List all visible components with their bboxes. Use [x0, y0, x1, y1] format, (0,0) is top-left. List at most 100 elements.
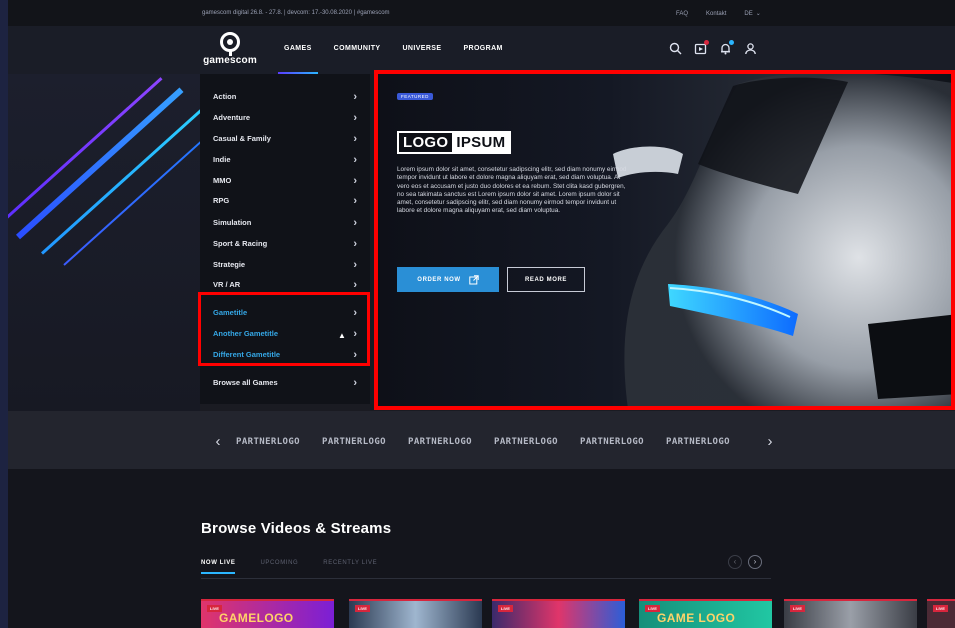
car-image [613, 74, 951, 406]
category-simulation[interactable]: Simulation › [213, 215, 363, 231]
logo-mark-icon [220, 32, 240, 56]
category-label: Strategie [213, 260, 246, 269]
chevron-right-icon: › [353, 279, 357, 291]
event-info: gamescom digital 26.8. - 27.8. | devcom:… [202, 10, 390, 16]
chevron-right-icon: › [353, 195, 357, 207]
category-indie[interactable]: Indie › [213, 152, 363, 168]
logo-wordmark: gamescom [203, 55, 257, 66]
chevron-right-icon[interactable]: › [752, 433, 788, 450]
featured-hero: FEATURED LOGO IPSUM Lorem ipsum dolor si… [374, 70, 955, 410]
decor-stripe [15, 87, 184, 240]
decor-stripe [40, 105, 200, 255]
category-label: MMO [213, 176, 232, 185]
decor-stripe [63, 117, 200, 266]
category-label: Indie [213, 155, 231, 164]
decor-stripe [8, 77, 163, 227]
video-tabs: NOW LIVE UPCOMING RECENTLY LIVE [201, 560, 377, 574]
thumbnail-caption: GAMELOGO [219, 611, 294, 625]
hero-accent-line [818, 407, 955, 410]
category-label: Action [213, 92, 237, 101]
chevron-left-icon[interactable]: ‹ [200, 433, 236, 450]
brand-logo: LOGO IPSUM [397, 131, 512, 154]
video-thumbnail[interactable]: LIVE GAME LOGO [639, 599, 772, 628]
header-icons [668, 40, 757, 56]
video-thumbnail[interactable]: LIVE GAMELOGO [201, 599, 334, 628]
user-icon[interactable] [743, 42, 757, 56]
category-rpg[interactable]: RPG › [213, 193, 363, 209]
search-icon[interactable] [668, 42, 682, 56]
partner-logo[interactable]: PARTNERLOGO [666, 437, 752, 447]
category-vr-ar[interactable]: VR / AR › [213, 277, 363, 293]
bell-icon[interactable] [718, 40, 734, 56]
chevron-right-icon: › [353, 377, 357, 389]
featured-badge: FEATURED [397, 93, 433, 100]
video-icon[interactable] [693, 40, 709, 56]
chevron-right-icon: › [353, 238, 357, 250]
main-nav: GAMES COMMUNITY UNIVERSE PROGRAM [278, 45, 503, 74]
nav-universe[interactable]: UNIVERSE [402, 45, 441, 52]
nav-community[interactable]: COMMUNITY [334, 45, 381, 52]
chevron-right-icon: › [353, 133, 357, 145]
video-badge [704, 40, 709, 45]
category-label: VR / AR [213, 280, 241, 289]
chevron-right-icon: › [353, 91, 357, 103]
nav-program[interactable]: PROGRAM [463, 45, 502, 52]
live-badge: LIVE [790, 605, 805, 612]
category-mmo[interactable]: MMO › [213, 173, 363, 189]
video-thumbnail[interactable]: LIVE [492, 599, 625, 628]
chevron-right-icon: › [353, 154, 357, 166]
partner-logo[interactable]: PARTNERLOGO [236, 437, 322, 447]
video-thumbnail[interactable]: LIVE [784, 599, 917, 628]
hero-description: Lorem ipsum dolor sit amet, consetetur s… [397, 166, 627, 215]
partner-carousel: ‹ PARTNERLOGO PARTNERLOGO PARTNERLOGO PA… [8, 411, 955, 469]
category-label: RPG [213, 196, 230, 205]
chevron-right-icon: › [353, 175, 357, 187]
category-strategie[interactable]: Strategie › [213, 257, 363, 273]
read-more-label: READ MORE [524, 276, 568, 283]
highlight-box-games [198, 292, 370, 366]
partner-logo[interactable]: PARTNERLOGO [580, 437, 666, 447]
chevron-left-icon[interactable]: ‹ [728, 555, 742, 569]
video-thumbnail[interactable]: LIVE [927, 599, 955, 628]
faq-link[interactable]: FAQ [676, 10, 688, 17]
category-label: Simulation [213, 218, 252, 227]
category-casual-family[interactable]: Casual & Family › [213, 131, 363, 147]
partner-logo[interactable]: PARTNERLOGO [494, 437, 580, 447]
live-badge: LIVE [498, 605, 513, 612]
thumbnail-caption: GAME LOGO [657, 611, 736, 625]
language-label: DE [744, 10, 753, 17]
category-adventure[interactable]: Adventure › [213, 110, 363, 126]
category-label: Sport & Racing [213, 239, 268, 248]
category-sport-racing[interactable]: Sport & Racing › [213, 236, 363, 252]
videos-section: Browse Videos & Streams NOW LIVE UPCOMIN… [8, 469, 955, 628]
nav-games[interactable]: GAMES [278, 45, 318, 74]
tab-recently-live[interactable]: RECENTLY LIVE [323, 560, 377, 566]
partner-logo[interactable]: PARTNERLOGO [322, 437, 408, 447]
video-thumbnail[interactable]: LIVE [349, 599, 482, 628]
browse-all-games[interactable]: Browse all Games › [213, 375, 363, 391]
brand-right: IPSUM [452, 133, 510, 152]
notification-badge [729, 40, 734, 45]
browse-all-label: Browse all Games [213, 378, 278, 387]
top-links: FAQ Kontakt DE ⌄ [676, 10, 761, 18]
category-action[interactable]: Action › [213, 89, 363, 105]
order-now-label: ORDER NOW [417, 276, 461, 283]
live-badge: LIVE [933, 605, 948, 612]
tab-upcoming[interactable]: UPCOMING [260, 560, 298, 566]
contact-link[interactable]: Kontakt [706, 10, 726, 17]
chevron-right-icon[interactable]: › [748, 555, 762, 569]
order-now-button[interactable]: ORDER NOW [397, 267, 499, 292]
category-label: Casual & Family [213, 134, 271, 143]
section-title: Browse Videos & Streams [201, 520, 392, 537]
tab-now-live[interactable]: NOW LIVE [201, 560, 236, 574]
app-frame: gamescom digital 26.8. - 27.8. | devcom:… [8, 0, 955, 628]
site-logo[interactable]: gamescom [200, 32, 260, 72]
partner-logo[interactable]: PARTNERLOGO [408, 437, 494, 447]
tab-divider [201, 578, 771, 579]
external-link-icon [469, 274, 479, 284]
partner-row: ‹ PARTNERLOGO PARTNERLOGO PARTNERLOGO PA… [200, 433, 788, 450]
language-select[interactable]: DE ⌄ [744, 10, 760, 18]
category-label: Adventure [213, 113, 251, 122]
mouse-cursor-icon: ▲ [338, 331, 346, 340]
read-more-button[interactable]: READ MORE [507, 267, 585, 292]
